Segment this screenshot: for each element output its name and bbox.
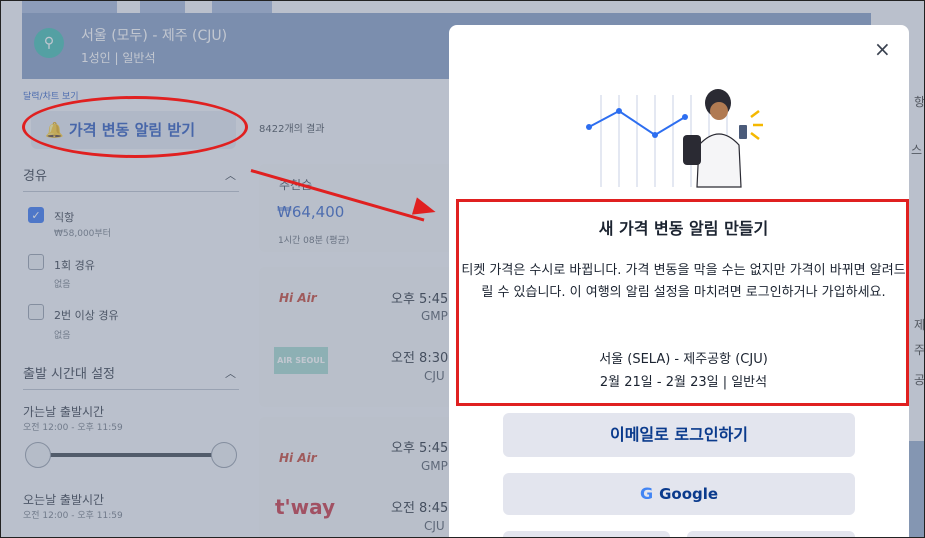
modal-description: 티켓 가격은 수시로 바뀝니다. 가격 변동을 막을 수는 없지만 가격이 바뀌… [461, 263, 906, 300]
social-login-button[interactable] [503, 531, 670, 537]
price-alert-illustration [586, 89, 763, 188]
close-icon[interactable]: × [874, 37, 891, 61]
modal-dates: 2월 21일 - 2월 23일 | 일반석 [599, 375, 768, 390]
email-login-button[interactable]: 이메일로 로그인하기 [503, 413, 855, 457]
annotation-ellipse [22, 96, 248, 158]
modal-title: 새 가격 변동 알림 만들기 [598, 219, 769, 238]
google-icon: G [639, 484, 654, 503]
screenshot-frame: ⚲ 서울 (모두) - 제주 (CJU) 1성인 | 일반석 달력/차트 보기 … [0, 0, 925, 538]
google-login-button[interactable]: G Google [503, 473, 855, 515]
modal-route: 서울 (SELA) - 제주공항 (CJU) [599, 352, 768, 367]
google-label: Google [659, 485, 719, 503]
social-login-button[interactable] [687, 531, 855, 537]
